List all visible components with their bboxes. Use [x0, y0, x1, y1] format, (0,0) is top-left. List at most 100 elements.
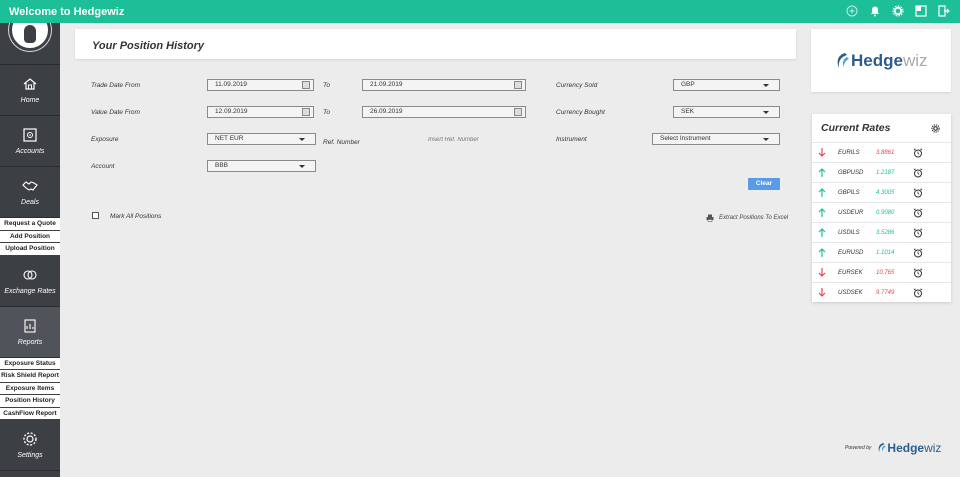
sidebar-item-accounts[interactable]: Accounts	[0, 116, 60, 167]
alarm-clock-icon[interactable]	[913, 228, 923, 238]
gear-icon[interactable]	[931, 124, 940, 133]
arrow-up-icon	[818, 168, 826, 177]
value-date-to-field[interactable]: 26.09.2019	[362, 106, 526, 118]
rate-value: 3.8861	[876, 150, 895, 156]
submenu-position-history[interactable]: Position History	[0, 395, 60, 408]
logo-text-secondary: wiz	[902, 51, 928, 70]
trade-date-from-field[interactable]: 11.09.2019	[207, 79, 314, 91]
gear-icon[interactable]	[891, 4, 904, 17]
currency-bought-label: Currency Bought	[556, 109, 605, 116]
alarm-clock-icon[interactable]	[913, 188, 923, 198]
currency-sold-label: Currency Sold	[556, 82, 598, 89]
sidebar-item-exchange-rates[interactable]: Exchange Rates	[0, 256, 60, 307]
mark-all-label: Mark All Positions	[110, 213, 162, 220]
chevron-down-icon	[763, 138, 769, 141]
printer-icon	[706, 214, 714, 222]
deals-submenu: Request a Quote Add Position Upload Posi…	[0, 218, 60, 256]
rate-pair: GBPUSD	[838, 170, 864, 176]
trade-date-to-value: 21.09.2019	[370, 81, 403, 88]
exposure-label: Exposure	[91, 136, 119, 143]
logo-mark-icon	[837, 53, 849, 68]
calendar-icon[interactable]	[302, 81, 310, 89]
chevron-down-icon	[299, 165, 305, 168]
alarm-clock-icon[interactable]	[913, 208, 923, 218]
alarm-clock-icon[interactable]	[913, 248, 923, 258]
value-date-from-value: 12.09.2019	[215, 108, 248, 115]
avatar[interactable]	[9, 23, 51, 51]
rate-value: 9.7749	[876, 290, 895, 296]
arrow-up-icon	[818, 228, 826, 237]
export-excel-link[interactable]: Extract Positions To Excel	[706, 214, 788, 222]
powered-logo: Hedge wiz	[877, 441, 941, 455]
sidebar-item-label: Reports	[17, 338, 43, 346]
exposure-select[interactable]: NET EUR	[207, 133, 316, 145]
current-rates-panel: Current Rates EURILS 3.8861 GBPUSD 1.2187 GB…	[812, 114, 951, 302]
currency-bought-select[interactable]: SEK	[673, 106, 780, 118]
calendar-icon[interactable]	[514, 81, 522, 89]
window-icon[interactable]	[914, 4, 927, 17]
plus-circle-icon[interactable]	[845, 4, 858, 17]
ref-number-label: Ref. Number	[323, 139, 360, 146]
rate-pair: EURUSD	[838, 250, 864, 256]
sidebar-item-settings[interactable]: Settings	[0, 420, 60, 471]
submenu-exposure-status[interactable]: Exposure Status	[0, 357, 60, 370]
currency-bought-value: SEK	[681, 108, 695, 115]
sidebar-item-label: Accounts	[15, 148, 45, 155]
instrument-value: Select Instrument	[660, 135, 711, 142]
trade-date-to-field[interactable]: 21.09.2019	[362, 79, 526, 91]
safe-icon	[23, 128, 37, 142]
clear-button[interactable]: Clear	[748, 178, 780, 190]
rate-row: GBPILS 4.3005	[812, 182, 951, 202]
submenu-cashflow-report[interactable]: CashFlow Report	[0, 407, 60, 420]
submenu-add-position[interactable]: Add Position	[0, 230, 60, 243]
alarm-clock-icon[interactable]	[913, 288, 923, 298]
submenu-exposure-items[interactable]: Exposure Items	[0, 382, 60, 395]
sidebar-item-home[interactable]: Home	[0, 65, 60, 116]
logout-icon[interactable]	[937, 4, 950, 17]
page-header: Your Position History	[75, 29, 796, 59]
logo-card: Hedge wiz	[811, 29, 951, 92]
sidebar-item-deals[interactable]: Deals	[0, 167, 60, 218]
mark-all-checkbox[interactable]	[92, 212, 99, 219]
calendar-icon[interactable]	[514, 108, 522, 116]
arrow-up-icon	[818, 188, 826, 197]
sidebar: Home Accounts Deals Request a Quote Add …	[0, 23, 60, 477]
submenu-request-quote[interactable]: Request a Quote	[0, 218, 60, 231]
sidebar-item-reports[interactable]: Reports	[0, 306, 60, 358]
submenu-upload-position[interactable]: Upload Position	[0, 243, 60, 256]
rate-pair: GBPILS	[838, 190, 860, 196]
value-date-from-label: Value Date From	[91, 109, 140, 116]
logo-mark-icon	[879, 443, 887, 453]
reports-submenu: Exposure Status Risk Shield Report Expos…	[0, 357, 60, 420]
account-label: Account	[91, 163, 115, 170]
powered-by: Powered by Hedge wiz	[845, 441, 941, 455]
logo-text-primary: Hedge	[887, 441, 925, 455]
account-select[interactable]: BBB	[207, 160, 316, 172]
rate-value: 3.5286	[876, 230, 895, 236]
submenu-risk-shield-report[interactable]: Risk Shield Report	[0, 370, 60, 383]
rate-value: 1.2187	[876, 170, 895, 176]
alarm-clock-icon[interactable]	[913, 148, 923, 158]
rate-value: 1.1014	[876, 250, 895, 256]
ref-number-input[interactable]	[428, 137, 508, 143]
alarm-clock-icon[interactable]	[913, 268, 923, 278]
chevron-down-icon	[763, 111, 769, 114]
rate-pair: USDSEK	[838, 290, 863, 296]
page-title: Your Position History	[92, 40, 205, 52]
sidebar-item-label: Exchange Rates	[4, 287, 56, 295]
instrument-select[interactable]: Select Instrument	[652, 133, 780, 145]
calendar-icon[interactable]	[302, 108, 310, 116]
alarm-clock-icon[interactable]	[913, 168, 923, 178]
arrow-down-icon	[818, 288, 826, 297]
rate-pair: EURILS	[838, 150, 860, 156]
rate-row: EURUSD 1.1014	[812, 242, 951, 262]
currency-sold-select[interactable]: GBP	[673, 79, 780, 91]
bell-icon[interactable]	[868, 4, 881, 17]
value-date-from-field[interactable]: 12.09.2019	[207, 106, 314, 118]
sidebar-item-label: Deals	[21, 199, 39, 206]
arrow-down-icon	[818, 268, 826, 277]
logo-text-primary: Hedge	[851, 51, 903, 70]
home-icon	[23, 78, 37, 90]
instrument-label: Instrument	[556, 136, 587, 143]
trade-date-from-value: 11.09.2019	[215, 81, 248, 88]
